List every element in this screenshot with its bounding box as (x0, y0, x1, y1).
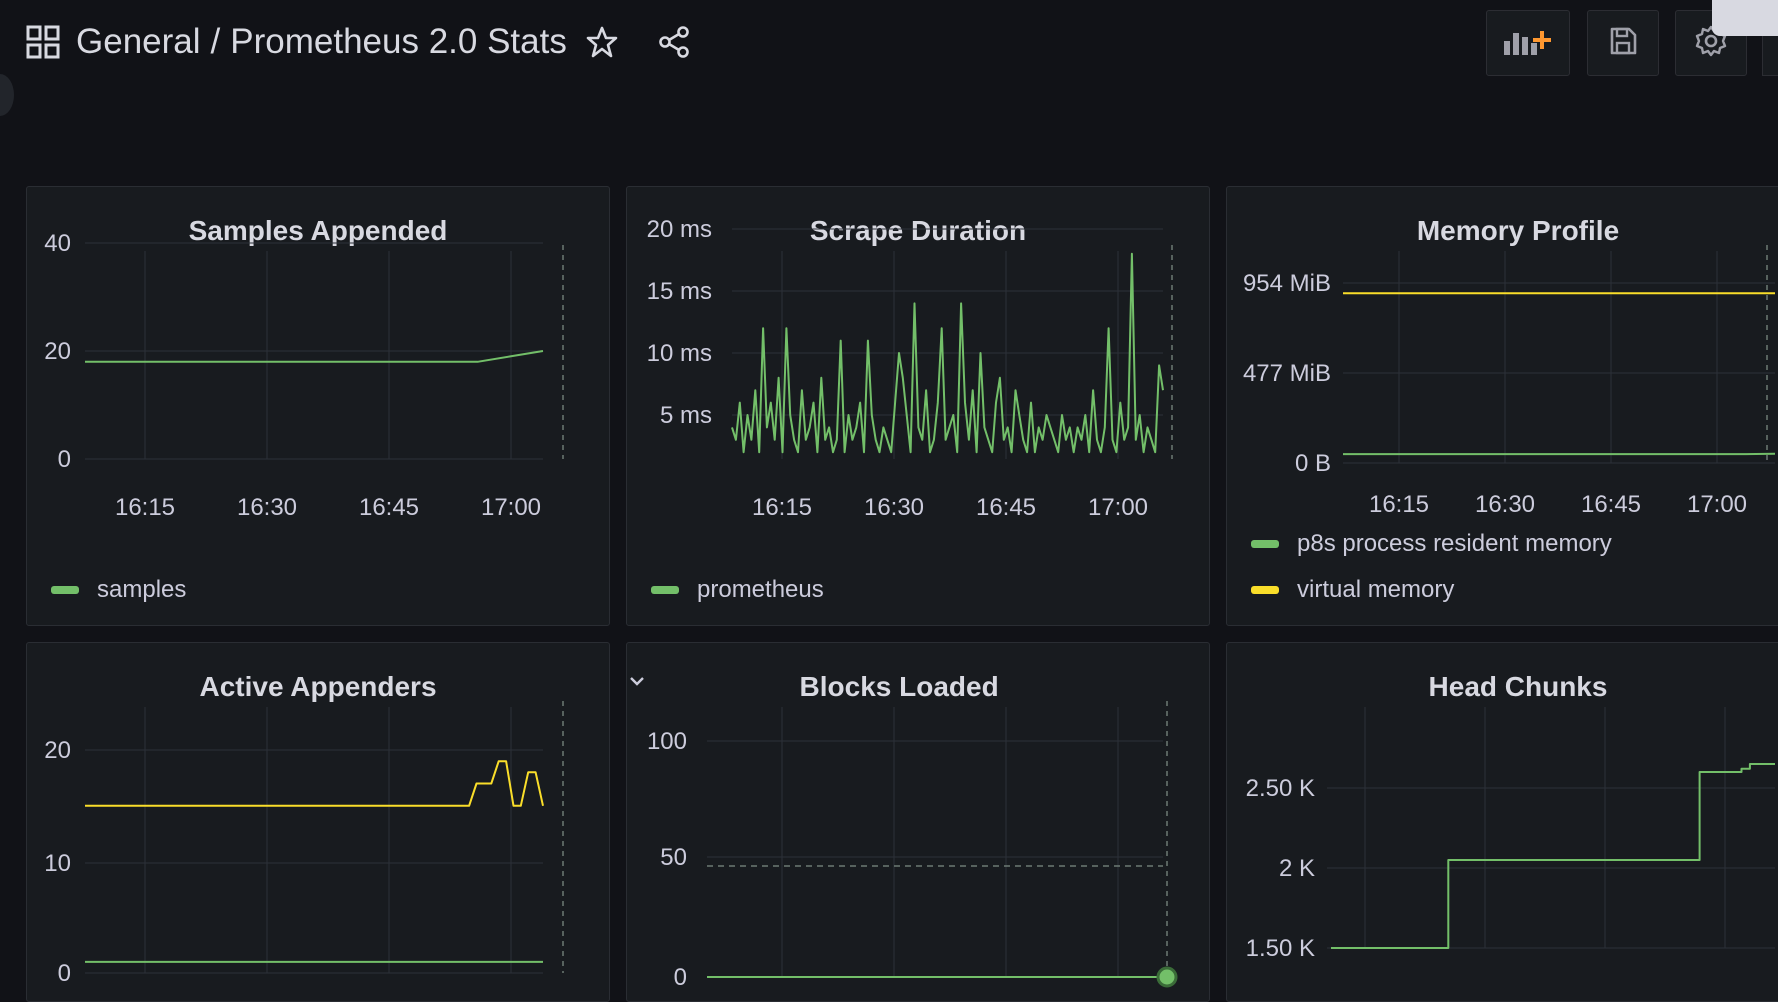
y-tick-label: 10 (44, 850, 71, 877)
add-panel-button[interactable] (1486, 10, 1570, 76)
head-chunks-chart: 1.50 K 2 K 2.50 K (1227, 643, 1778, 1002)
panel-samples-appended[interactable]: Samples Appended 0204016:1516:3016:4517:… (26, 186, 610, 626)
y-tick-label: 2.50 K (1246, 775, 1315, 802)
legend-swatch (1251, 586, 1279, 594)
x-tick-label: 16:15 (752, 494, 812, 521)
save-icon (1608, 26, 1638, 61)
x-tick-label: 16:45 (1581, 491, 1641, 518)
series-line (1331, 764, 1775, 948)
legend-swatch (651, 586, 679, 594)
y-tick-label: 0 B (1295, 450, 1331, 477)
y-tick-label: 40 (44, 230, 71, 257)
chart-grid (1343, 251, 1775, 463)
samples-appended-chart: 0 20 40 16:15 16:30 16:45 17:00 (27, 187, 610, 626)
blocks-loaded-chart: 0 50 100 (627, 643, 1210, 1002)
legend-label: samples (97, 576, 186, 604)
x-tick-label: 16:15 (115, 494, 175, 521)
hover-point (1158, 968, 1176, 986)
y-tick-label: 20 (44, 338, 71, 365)
chart-grid (85, 707, 543, 973)
dashboard-header: General / Prometheus 2.0 Stats (0, 0, 1778, 90)
x-tick-label: 16:30 (1475, 491, 1535, 518)
breadcrumb-separator: / (211, 22, 221, 62)
x-tick-label: 16:30 (864, 494, 924, 521)
legend-item[interactable]: prometheus (651, 576, 824, 604)
sidebar-toggle[interactable] (0, 74, 14, 116)
x-tick-label: 16:45 (976, 494, 1036, 521)
breadcrumb-folder[interactable]: General (76, 22, 201, 62)
chart-grid (707, 707, 1163, 977)
add-panel-icon (1502, 25, 1554, 62)
y-tick-label: 100 (647, 728, 687, 755)
x-tick-label: 17:00 (27, 643, 57, 649)
legend-label: p8s process resident memory (1297, 530, 1612, 558)
panel-head-chunks[interactable]: Head Chunks 1.50 K2 K2.50 K (1226, 642, 1778, 1002)
y-tick-label: 477 MiB (1243, 360, 1331, 387)
memory-profile-chart: 0 B 477 MiB 954 MiB 16:15 16:30 16:45 17:00 (1227, 187, 1778, 626)
save-dashboard-button[interactable] (1587, 10, 1659, 76)
x-tick-label: 17:00 (1687, 491, 1747, 518)
x-tick-label: 17:00 (481, 494, 541, 521)
y-tick-label: 1.50 K (1246, 935, 1315, 962)
y-tick-label: 20 ms (647, 216, 712, 243)
x-tick-label: 16:15 (1369, 491, 1429, 518)
legend-item[interactable]: p8s process resident memory (1251, 530, 1612, 558)
y-tick-label: 5 ms (660, 402, 712, 429)
series-line (85, 761, 543, 806)
legend-label: virtual memory (1297, 576, 1454, 604)
legend-swatch (51, 586, 79, 594)
legend-label: prometheus (697, 576, 824, 604)
y-tick-label: 0 (58, 960, 71, 987)
chart-grid (1327, 707, 1775, 948)
y-tick-label: 15 ms (647, 278, 712, 305)
y-tick-label: 0 (58, 446, 71, 473)
panel-memory-profile[interactable]: Memory Profile 0 B477 MiB954 MiB16:1516:… (1226, 186, 1778, 626)
dashboard-title[interactable]: Prometheus 2.0 Stats (230, 22, 567, 62)
star-icon[interactable] (585, 25, 619, 59)
chart-grid (732, 229, 1163, 459)
breadcrumb: General / Prometheus 2.0 Stats (26, 18, 691, 66)
active-appenders-chart: 0102016:1516:3016:4517:00 (27, 643, 610, 1002)
y-tick-label: 2 K (1279, 855, 1315, 882)
chart-grid (85, 243, 543, 459)
y-tick-label: 954 MiB (1243, 270, 1331, 297)
x-tick-label: 16:30 (237, 494, 297, 521)
y-tick-label: 0 (674, 964, 687, 991)
legend-item[interactable]: samples (51, 576, 186, 604)
panel-active-appenders[interactable]: Active Appenders 0102016:1516:3016:4517:… (26, 642, 610, 1002)
share-icon[interactable] (657, 25, 691, 59)
panel-scrape-duration[interactable]: Scrape Duration 5 ms10 ms15 ms20 ms16:15… (626, 186, 1210, 626)
y-tick-label: 50 (660, 844, 687, 871)
y-tick-label: 20 (44, 737, 71, 764)
series-line (85, 351, 543, 362)
grid-icon[interactable] (26, 25, 60, 59)
legend-swatch (1251, 540, 1279, 548)
scrape-duration-chart: 5 ms 10 ms 15 ms 20 ms 16:15 16:30 16:45 17:00 (627, 187, 1210, 626)
legend-item[interactable]: virtual memory (1251, 576, 1454, 604)
x-tick-label: 16:45 (359, 494, 419, 521)
window-corner (1712, 0, 1778, 36)
y-tick-label: 10 ms (647, 340, 712, 367)
panel-blocks-loaded[interactable]: Blocks Loaded 050100 (626, 642, 1210, 1002)
x-tick-label: 17:00 (1088, 494, 1148, 521)
